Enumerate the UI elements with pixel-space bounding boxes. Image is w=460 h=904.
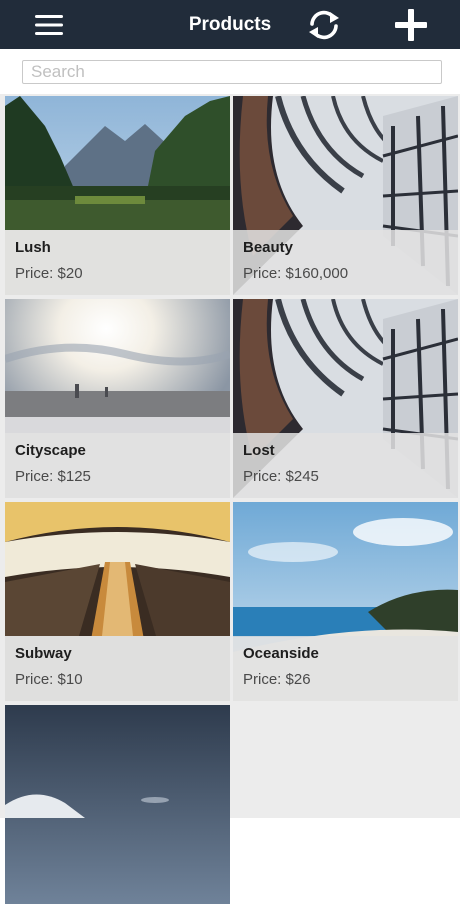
product-price: Price: $10 <box>15 671 83 688</box>
product-price: Price: $26 <box>243 671 311 688</box>
product-card[interactable] <box>5 705 230 904</box>
product-grid: Lush Price: $20 Beauty Price: $160,000 C… <box>0 94 460 904</box>
product-card-lost[interactable]: Lost Price: $245 <box>233 299 458 498</box>
search-bar <box>0 49 460 94</box>
page-title: Products <box>188 14 272 35</box>
product-name: Cityscape <box>15 442 86 459</box>
product-info: Oceanside Price: $26 <box>233 636 458 701</box>
menu-button[interactable] <box>24 0 74 49</box>
product-info: Subway Price: $10 <box>5 636 230 701</box>
product-info: Lost Price: $245 <box>233 433 458 498</box>
top-navigation-bar: Products <box>0 0 460 49</box>
plus-icon <box>395 8 427 41</box>
product-info: Lush Price: $20 <box>5 230 230 295</box>
product-card-beauty[interactable]: Beauty Price: $160,000 <box>233 96 458 295</box>
add-product-button[interactable] <box>386 0 436 49</box>
hamburger-menu-icon <box>35 14 63 35</box>
product-name: Beauty <box>243 239 294 256</box>
product-name: Lost <box>243 442 275 459</box>
product-image-night-sky <box>5 705 230 904</box>
product-card-lush[interactable]: Lush Price: $20 <box>5 96 230 295</box>
product-card-subway[interactable]: Subway Price: $10 <box>5 502 230 701</box>
product-price: Price: $245 <box>243 468 319 485</box>
product-card-cityscape[interactable]: Cityscape Price: $125 <box>5 299 230 498</box>
product-price: Price: $20 <box>15 265 83 282</box>
product-info: Cityscape Price: $125 <box>5 433 230 498</box>
refresh-icon <box>309 10 339 39</box>
product-price: Price: $125 <box>15 468 91 485</box>
product-card-oceanside[interactable]: Oceanside Price: $26 <box>233 502 458 701</box>
product-name: Oceanside <box>243 645 319 662</box>
product-name: Lush <box>15 239 51 256</box>
product-info: Beauty Price: $160,000 <box>233 230 458 295</box>
product-price: Price: $160,000 <box>243 265 349 282</box>
product-name: Subway <box>15 645 72 662</box>
refresh-button[interactable] <box>298 0 350 49</box>
search-input[interactable] <box>22 60 442 84</box>
